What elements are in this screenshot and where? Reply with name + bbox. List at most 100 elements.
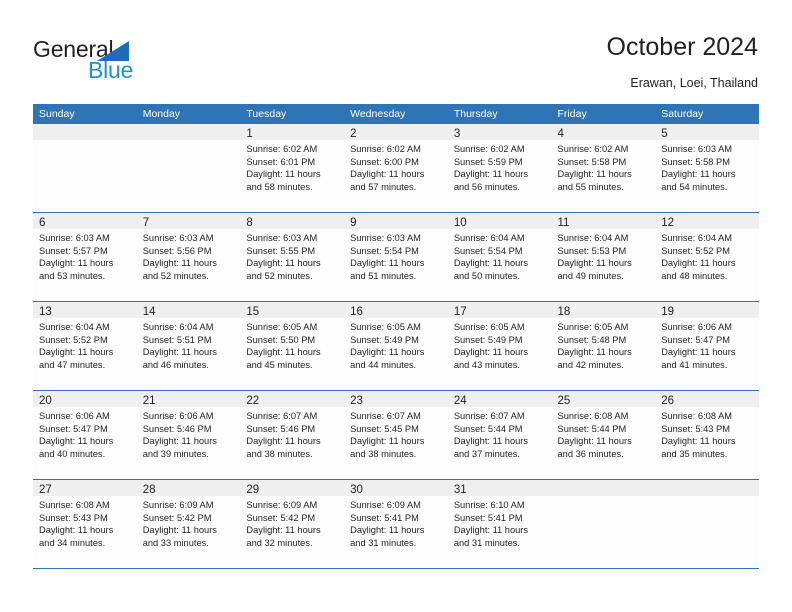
- calendar-day-cell[interactable]: 15 Sunrise: 6:05 AM Sunset: 5:50 PM Dayligh…: [240, 302, 345, 390]
- calendar-day-cell[interactable]: 4 Sunrise: 6:02 AM Sunset: 5:58 PM Daylight…: [551, 124, 656, 212]
- day-cell-details: Sunrise: 6:03 AM Sunset: 5:54 PM Daylight:…: [344, 229, 448, 282]
- calendar-day-cell[interactable]: 13 Sunrise: 6:04 AM Sunset: 5:52 PM Dayligh…: [33, 302, 137, 390]
- day-number: 16: [350, 306, 363, 318]
- day-cell-details: Sunrise: 6:07 AM Sunset: 5:46 PM Daylight:…: [240, 407, 344, 460]
- calendar-day-cell[interactable]: 9 Sunrise: 6:03 AM Sunset: 5:54 PM Daylight…: [344, 213, 448, 301]
- sunrise-text: Sunrise: 6:07 AM: [246, 411, 318, 421]
- sunset-text: Sunset: 5:49 PM: [350, 334, 419, 345]
- daylight-text-line1: Daylight: 11 hours: [142, 436, 217, 447]
- daylight-text-line2: and 56 minutes.: [453, 181, 520, 192]
- day-number: 20: [39, 395, 52, 407]
- calendar-day-cell[interactable]: 16 Sunrise: 6:05 AM Sunset: 5:49 PM Dayligh…: [344, 302, 448, 390]
- daylight-text-line2: and 38 minutes.: [246, 448, 313, 459]
- sunset-text: Sunset: 5:52 PM: [39, 334, 108, 345]
- calendar-day-cell[interactable]: 6 Sunrise: 6:03 AM Sunset: 5:57 PM Daylight…: [33, 213, 137, 301]
- day-number-band: 2: [344, 124, 448, 140]
- day-cell-details: Sunrise: 6:04 AM Sunset: 5:52 PM Daylight:…: [655, 229, 759, 282]
- day-number: 19: [661, 306, 675, 318]
- day-cell-details: Sunrise: 6:09 AM Sunset: 5:42 PM Daylight:…: [240, 496, 344, 549]
- calendar-day-cell[interactable]: 30 Sunrise: 6:09 AM Sunset: 5:41 PM Dayligh…: [344, 480, 448, 568]
- day-number-band: 11: [551, 213, 656, 229]
- day-cell-details: Sunrise: 6:08 AM Sunset: 5:43 PM Daylight:…: [33, 496, 137, 549]
- day-number: 29: [246, 484, 260, 496]
- daylight-text-line2: and 52 minutes.: [246, 270, 313, 281]
- general-blue-logo: General Blue: [33, 36, 213, 88]
- calendar-day-cell[interactable]: 22 Sunrise: 6:07 AM Sunset: 5:46 PM Dayligh…: [240, 391, 345, 479]
- calendar-day-cell[interactable]: 18 Sunrise: 6:05 AM Sunset: 5:48 PM Dayligh…: [551, 302, 656, 390]
- day-number: 17: [453, 306, 467, 318]
- weekday-header-monday: Monday: [142, 108, 181, 120]
- calendar-day-cell[interactable]: 27 Sunrise: 6:08 AM Sunset: 5:43 PM Dayligh…: [33, 480, 137, 568]
- daylight-text-line1: Daylight: 11 hours: [350, 436, 425, 447]
- day-number: 22: [246, 395, 260, 407]
- day-number: 23: [350, 395, 363, 407]
- day-number-band: [33, 124, 137, 140]
- calendar-day-cell[interactable]: 5 Sunrise: 6:03 AM Sunset: 5:58 PM Daylight…: [655, 124, 759, 212]
- calendar-day-cell[interactable]: 17 Sunrise: 6:05 AM Sunset: 5:49 PM Dayligh…: [447, 302, 552, 390]
- sunset-text: Sunset: 5:42 PM: [246, 512, 316, 523]
- calendar-day-cell[interactable]: 20 Sunrise: 6:06 AM Sunset: 5:47 PM Dayligh…: [33, 391, 137, 479]
- daylight-text-line2: and 32 minutes.: [246, 537, 313, 548]
- calendar-grid: Sunday Monday Tuesday Wednesday Thursday Frid…: [33, 104, 759, 569]
- calendar-day-cell[interactable]: 26 Sunrise: 6:08 AM Sunset: 5:43 PM Dayligh…: [655, 391, 759, 479]
- calendar-day-cell[interactable]: 25 Sunrise: 6:08 AM Sunset: 5:44 PM Dayligh…: [551, 391, 656, 479]
- sunrise-text: Sunrise: 6:03 AM: [246, 233, 318, 243]
- calendar-day-cell[interactable]: 10 Sunrise: 6:04 AM Sunset: 5:54 PM Dayligh…: [447, 213, 552, 301]
- daylight-text-line2: and 39 minutes.: [142, 448, 209, 459]
- day-cell-details: Sunrise: 6:08 AM Sunset: 5:43 PM Daylight:…: [655, 407, 759, 460]
- sunset-text: Sunset: 5:49 PM: [453, 334, 523, 345]
- calendar-day-cell[interactable]: 7 Sunrise: 6:03 AM Sunset: 5:56 PM Daylight…: [136, 213, 241, 301]
- daylight-text-line2: and 46 minutes.: [142, 359, 209, 370]
- calendar-cell-empty: [136, 124, 241, 212]
- day-number: 15: [246, 306, 260, 318]
- day-cell-details: Sunrise: 6:03 AM Sunset: 5:55 PM Daylight:…: [240, 229, 344, 282]
- calendar-bottom-border: [33, 568, 759, 569]
- day-number-band: 10: [447, 213, 552, 229]
- calendar-day-cell[interactable]: 29 Sunrise: 6:09 AM Sunset: 5:42 PM Dayligh…: [240, 480, 345, 568]
- daylight-text-line1: Daylight: 11 hours: [246, 169, 321, 180]
- calendar-day-cell[interactable]: 8 Sunrise: 6:03 AM Sunset: 5:55 PM Daylight…: [240, 213, 345, 301]
- calendar-day-cell[interactable]: 12 Sunrise: 6:04 AM Sunset: 5:52 PM Dayligh…: [655, 213, 759, 301]
- sunrise-text: Sunrise: 6:04 AM: [39, 322, 110, 332]
- calendar-day-cell[interactable]: 31 Sunrise: 6:10 AM Sunset: 5:41 PM Dayligh…: [447, 480, 552, 568]
- weekday-header-tuesday: Tuesday: [246, 108, 287, 120]
- sunrise-text: Sunrise: 6:07 AM: [453, 411, 525, 421]
- calendar-day-cell[interactable]: 3 Sunrise: 6:02 AM Sunset: 5:59 PM Daylight…: [447, 124, 552, 212]
- sunrise-text: Sunrise: 6:06 AM: [39, 411, 110, 421]
- calendar-day-cell[interactable]: 28 Sunrise: 6:09 AM Sunset: 5:42 PM Dayligh…: [136, 480, 241, 568]
- daylight-text-line1: Daylight: 11 hours: [661, 347, 736, 358]
- weekday-header-row: Sunday Monday Tuesday Wednesday Thursday Frid…: [33, 104, 759, 124]
- daylight-text-line2: and 40 minutes.: [39, 448, 106, 459]
- sunrise-text: Sunrise: 6:07 AM: [350, 411, 421, 421]
- logo-text-blue: Blue: [88, 57, 134, 83]
- sunset-text: Sunset: 5:58 PM: [661, 156, 730, 167]
- day-number-band: 15: [240, 302, 345, 318]
- sunset-text: Sunset: 5:47 PM: [39, 423, 108, 434]
- calendar-day-cell[interactable]: 1 Sunrise: 6:02 AM Sunset: 6:01 PM Daylight…: [240, 124, 345, 212]
- sunset-text: Sunset: 5:53 PM: [557, 245, 627, 256]
- sunset-text: Sunset: 5:46 PM: [246, 423, 316, 434]
- day-number-band: 26: [655, 391, 759, 407]
- sunrise-text: Sunrise: 6:09 AM: [350, 500, 421, 510]
- calendar-day-cell[interactable]: 19 Sunrise: 6:06 AM Sunset: 5:47 PM Dayligh…: [655, 302, 759, 390]
- calendar-day-cell[interactable]: 24 Sunrise: 6:07 AM Sunset: 5:44 PM Dayligh…: [447, 391, 552, 479]
- calendar-day-cell[interactable]: 11 Sunrise: 6:04 AM Sunset: 5:53 PM Dayligh…: [551, 213, 656, 301]
- day-number-band: 25: [551, 391, 656, 407]
- calendar-day-cell[interactable]: 2 Sunrise: 6:02 AM Sunset: 6:00 PM Daylight…: [344, 124, 448, 212]
- calendar-day-cell[interactable]: 14 Sunrise: 6:04 AM Sunset: 5:51 PM Dayligh…: [136, 302, 241, 390]
- calendar-day-cell[interactable]: 23 Sunrise: 6:07 AM Sunset: 5:45 PM Dayligh…: [344, 391, 448, 479]
- daylight-text-line2: and 55 minutes.: [557, 181, 624, 192]
- day-number: 3: [453, 128, 461, 140]
- sunrise-text: Sunrise: 6:04 AM: [661, 233, 733, 243]
- daylight-text-line1: Daylight: 11 hours: [661, 169, 736, 180]
- daylight-text-line2: and 41 minutes.: [661, 359, 728, 370]
- day-number-band: 27: [33, 480, 137, 496]
- day-cell-details: Sunrise: 6:03 AM Sunset: 5:57 PM Daylight:…: [33, 229, 137, 282]
- day-cell-details: [33, 140, 137, 143]
- calendar-weeks: 1 Sunrise: 6:02 AM Sunset: 6:01 PM Daylight…: [33, 124, 759, 568]
- calendar-day-cell[interactable]: 21 Sunrise: 6:06 AM Sunset: 5:46 PM Dayligh…: [136, 391, 241, 479]
- sunrise-text: Sunrise: 6:04 AM: [557, 233, 629, 243]
- day-number: 5: [661, 128, 668, 140]
- page-subtitle-location: Erawan, Loei, Thailand: [630, 76, 758, 90]
- daylight-text-line1: Daylight: 11 hours: [557, 347, 632, 358]
